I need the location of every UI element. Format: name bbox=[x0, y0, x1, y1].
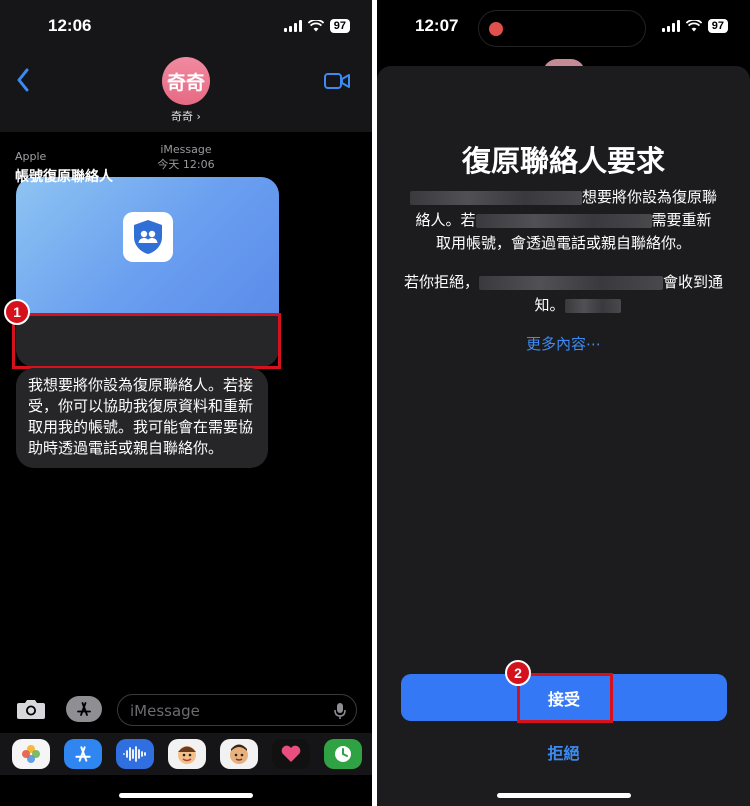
app-drawer bbox=[0, 733, 372, 775]
message-input-placeholder: iMessage bbox=[130, 702, 200, 720]
app-store-drawer-icon[interactable] bbox=[64, 739, 102, 769]
messages-screen: 12:06 97 奇奇 奇奇 › iMessage 今天 12:06 Apple… bbox=[0, 0, 372, 806]
wifi-icon bbox=[685, 20, 702, 32]
request-description: 想要將你設為復原聯 絡人。若 需要重新 取用帳號，會透過電話或親自聯絡你。 bbox=[401, 186, 726, 255]
recovery-request-screen: 12:07 97 復原聯絡人要求 想要將你設為復原聯 絡人。若 需要重新 取用帳號… bbox=[377, 0, 750, 806]
recovery-contact-icon bbox=[123, 212, 173, 262]
audio-message-icon[interactable] bbox=[116, 739, 154, 769]
back-chevron-icon[interactable] bbox=[16, 68, 30, 92]
home-indicator[interactable] bbox=[497, 793, 631, 798]
message-bubble: 我想要將你設為復原聯絡人。若接受，你可以協助我復原資料和重新取用我的帳號。我可能… bbox=[16, 368, 268, 468]
status-icons: 97 bbox=[661, 19, 728, 33]
compose-bar: iMessage bbox=[0, 690, 372, 734]
highlight-box-accept bbox=[517, 673, 613, 723]
photos-app-icon[interactable] bbox=[12, 739, 50, 769]
service-label: iMessage bbox=[160, 143, 212, 156]
memoji-icon[interactable] bbox=[220, 739, 258, 769]
battery-icon: 97 bbox=[707, 19, 728, 33]
app-store-button[interactable] bbox=[66, 696, 102, 722]
recording-indicator-icon bbox=[489, 22, 503, 36]
redacted-name bbox=[479, 275, 663, 290]
decline-notice: 若你拒絕， 會收到通 知。 bbox=[403, 273, 724, 314]
step-badge-2: 2 bbox=[505, 660, 531, 686]
more-info-link[interactable]: 更多內容⋯ bbox=[377, 333, 750, 354]
decline-button[interactable]: 拒絕 bbox=[377, 740, 750, 764]
home-indicator[interactable] bbox=[119, 793, 253, 798]
status-time: 12:07 bbox=[415, 16, 459, 35]
memoji-stickers-icon[interactable] bbox=[168, 739, 206, 769]
cellular-signal-icon bbox=[661, 20, 680, 32]
step-badge-1: 1 bbox=[4, 299, 30, 325]
digital-touch-icon[interactable] bbox=[272, 739, 310, 769]
redacted-name bbox=[475, 213, 652, 228]
battery-icon: 97 bbox=[329, 19, 350, 33]
redacted-name bbox=[409, 190, 582, 205]
dynamic-island bbox=[478, 10, 646, 47]
message-input[interactable]: iMessage bbox=[117, 694, 357, 726]
card-banner bbox=[16, 177, 279, 313]
contact-avatar[interactable]: 奇奇 bbox=[162, 57, 210, 105]
sheet-title: 復原聯絡人要求 bbox=[461, 144, 665, 178]
wifi-icon bbox=[307, 20, 324, 32]
status-icons: 97 bbox=[283, 19, 350, 33]
redacted-name bbox=[564, 298, 621, 313]
fitness-app-icon[interactable] bbox=[324, 739, 362, 769]
highlight-box-card bbox=[12, 313, 281, 369]
card-title[interactable]: 帳號復原聯絡人 bbox=[15, 166, 113, 186]
contact-name[interactable]: 奇奇 › bbox=[0, 108, 372, 124]
conversation-header: 12:06 97 奇奇 奇奇 › bbox=[0, 0, 372, 132]
status-time: 12:06 bbox=[48, 16, 92, 35]
microphone-icon[interactable] bbox=[334, 702, 346, 720]
card-source: Apple bbox=[15, 150, 47, 163]
camera-icon[interactable] bbox=[16, 698, 46, 720]
status-bar: 12:06 97 bbox=[0, 0, 372, 56]
cellular-signal-icon bbox=[283, 20, 302, 32]
video-call-icon[interactable] bbox=[324, 72, 350, 90]
app-store-icon bbox=[77, 702, 91, 716]
